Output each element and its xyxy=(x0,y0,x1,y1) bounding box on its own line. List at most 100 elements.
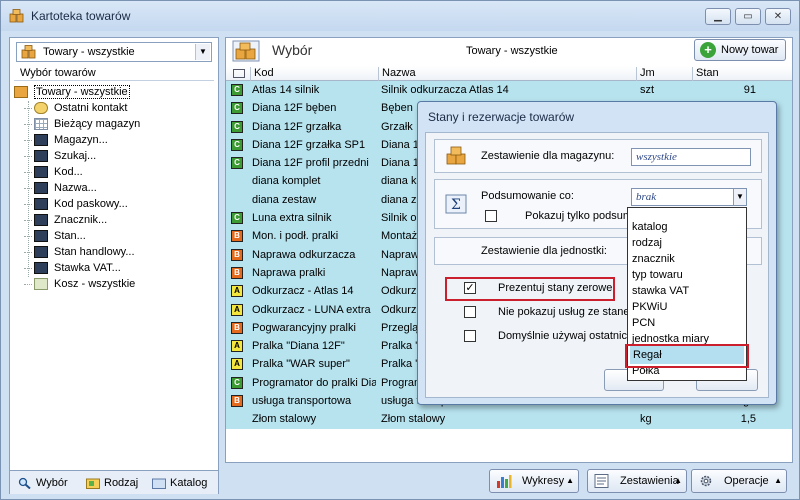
plus-icon: + xyxy=(700,42,716,58)
magnifier-icon xyxy=(18,477,31,490)
goods-folder-icon xyxy=(14,86,28,99)
window-title: Kartoteka towarów xyxy=(31,9,131,23)
cell-kod: Pralka "Diana 12F" xyxy=(252,340,345,353)
column-header-stan[interactable]: Stan xyxy=(692,67,792,81)
trash-icon xyxy=(34,278,48,291)
close-icon: ✕ xyxy=(773,11,783,22)
app-window: Kartoteka towarów ▁ ▭ ✕ Towary - wszystk… xyxy=(0,0,800,500)
chevron-down-icon[interactable]: ▼ xyxy=(733,189,746,205)
binoculars-icon xyxy=(34,246,48,259)
tree-item-trash[interactable]: Kosz - wszystkie xyxy=(14,276,214,292)
tree-item-stock[interactable]: Stan... xyxy=(14,228,214,244)
column-chooser-icon xyxy=(233,69,245,78)
cell-kod: Pralka "WAR super" xyxy=(252,358,350,371)
only-summary-checkbox[interactable] xyxy=(485,210,497,222)
tree-item-trade-stock[interactable]: Stan handlowy... xyxy=(14,244,214,260)
tab-kind[interactable]: Rodzaj xyxy=(86,475,138,493)
column-selector[interactable] xyxy=(230,67,250,81)
chevron-up-icon: ▲ xyxy=(674,476,682,485)
binoculars-icon xyxy=(34,262,48,275)
goods-type-badge-icon: C xyxy=(231,102,243,115)
binoculars-icon xyxy=(34,214,48,227)
cell-kod: usługa transportowa xyxy=(252,395,352,408)
tree-title: Wybór towarów xyxy=(20,67,96,79)
summary-label: Podsumowanie co: xyxy=(481,190,574,202)
recent-contact-icon xyxy=(34,102,48,115)
maximize-icon: ▭ xyxy=(743,11,753,22)
binoculars-icon xyxy=(34,230,48,243)
goods-type-badge-icon: B xyxy=(231,395,243,408)
goods-type-badge-icon: A xyxy=(231,303,243,316)
kind-folder-icon xyxy=(86,478,100,490)
warehouse-field[interactable]: wszystkie xyxy=(631,148,751,166)
summary-field[interactable]: brak xyxy=(631,188,747,206)
default-recent-checkbox[interactable] xyxy=(464,330,476,342)
minimize-button[interactable]: ▁ xyxy=(705,8,731,25)
title-bar[interactable]: Kartoteka towarów ▁ ▭ ✕ xyxy=(1,1,799,31)
only-summary-label: Pokazuj tylko podsum xyxy=(525,210,632,222)
list-filter-label: Towary - wszystkie xyxy=(466,45,558,57)
bar-chart-icon xyxy=(497,475,512,488)
cell-kod: diana zestaw xyxy=(252,193,317,206)
cell-kod: Diana 12F profil przedni xyxy=(252,157,369,170)
reports-button[interactable]: Zestawienia ▲ xyxy=(587,469,687,493)
cell-kod: Diana 12F bęben xyxy=(252,102,337,115)
goods-filter-combo[interactable]: Towary - wszystkie ▼ xyxy=(16,42,212,62)
goods-type-badge-icon: A xyxy=(231,340,243,353)
cell-kod: Diana 12F grzałka xyxy=(252,120,342,133)
bottom-toolbar: Wykresy ▲ Zestawienia ▲ Operacje ▲ xyxy=(225,467,793,495)
tree-item-barcode[interactable]: Kod paskowy... xyxy=(14,196,214,212)
selection-panel: Towary - wszystkie ▼ Wybór towarów Towar… xyxy=(9,37,219,494)
chevron-up-icon: ▲ xyxy=(566,476,574,485)
column-header-kod[interactable]: Kod xyxy=(250,67,378,81)
goods-type-badge-icon: B xyxy=(231,248,243,261)
cell-kod: Naprawa pralki xyxy=(252,266,326,279)
cell-nazwa: Złom stalowy xyxy=(381,413,446,426)
cell-kod: Odkurzacz - LUNA extra xyxy=(252,303,371,316)
tree-item-name[interactable]: Nazwa... xyxy=(14,180,214,196)
cell-kod: Atlas 14 silnik xyxy=(252,84,320,96)
warehouse-boxes-icon xyxy=(446,146,466,165)
close-button[interactable]: ✕ xyxy=(765,8,791,25)
operations-button[interactable]: Operacje ▲ xyxy=(691,469,787,493)
goods-type-badge-icon: C xyxy=(231,157,243,170)
tree-item-code[interactable]: Kod... xyxy=(14,164,214,180)
hide-services-label: Nie pokazuj usług ze stanem xyxy=(498,306,639,318)
table-row[interactable]: Złom stalowy Złom stalowy kg 1,5 xyxy=(226,410,792,428)
tree-item-search[interactable]: Szukaj... xyxy=(14,148,214,164)
cell-kod: Złom stalowy xyxy=(252,413,317,426)
catalog-folder-icon xyxy=(152,478,166,490)
goods-type-badge-icon: A xyxy=(231,285,243,298)
maximize-button[interactable]: ▭ xyxy=(735,8,761,25)
tab-catalog[interactable]: Katalog xyxy=(152,475,207,493)
goods-type-badge-icon: C xyxy=(231,84,243,96)
binoculars-icon xyxy=(34,166,48,179)
tree-item-warehouse[interactable]: Magazyn... xyxy=(14,132,214,148)
chevron-down-icon[interactable]: ▼ xyxy=(195,44,210,60)
warehouse-grid-icon xyxy=(34,118,48,131)
tab-selection[interactable]: Wybór xyxy=(18,475,68,493)
charts-button[interactable]: Wykresy ▲ xyxy=(489,469,579,493)
unit-label: Zestawienie dla jednostki: xyxy=(481,245,607,257)
new-goods-button[interactable]: + Nowy towar xyxy=(694,39,786,61)
tree-item-current-warehouse[interactable]: Bieżący magazyn xyxy=(14,116,214,132)
tree-item-all-goods[interactable]: Towary - wszystkie xyxy=(14,84,214,100)
goods-type-badge-icon: A xyxy=(231,358,243,371)
column-header-nazwa[interactable]: Nazwa xyxy=(378,67,636,81)
tree-item-recent-contact[interactable]: Ostatni kontakt xyxy=(14,100,214,116)
hide-services-checkbox[interactable] xyxy=(464,306,476,318)
cell-kod: Diana 12F grzałka SP1 xyxy=(252,138,366,151)
list-title: Wybór xyxy=(272,42,313,58)
cell-jm: szt xyxy=(640,84,655,96)
cell-jm: kg xyxy=(640,413,652,426)
tree-item-vat-rate[interactable]: Stawka VAT... xyxy=(14,260,214,276)
sigma-icon: Σ xyxy=(445,194,467,214)
combo-value: Towary - wszystkie xyxy=(43,46,135,58)
tree-item-marker[interactable]: Znacznik... xyxy=(14,212,214,228)
annotation-highlight-zero-stock xyxy=(445,277,615,301)
cell-kod: Programator do pralki Dia xyxy=(252,376,376,389)
column-header-jm[interactable]: Jm xyxy=(636,67,692,81)
selection-tree: Towary - wszystkie Ostatni kontakt Bieżą… xyxy=(14,80,214,465)
cell-kod: Pogwarancyjny pralki xyxy=(252,321,356,334)
table-row[interactable]: C Atlas 14 silnik Silnik odkurzacza Atlas … xyxy=(226,81,792,99)
